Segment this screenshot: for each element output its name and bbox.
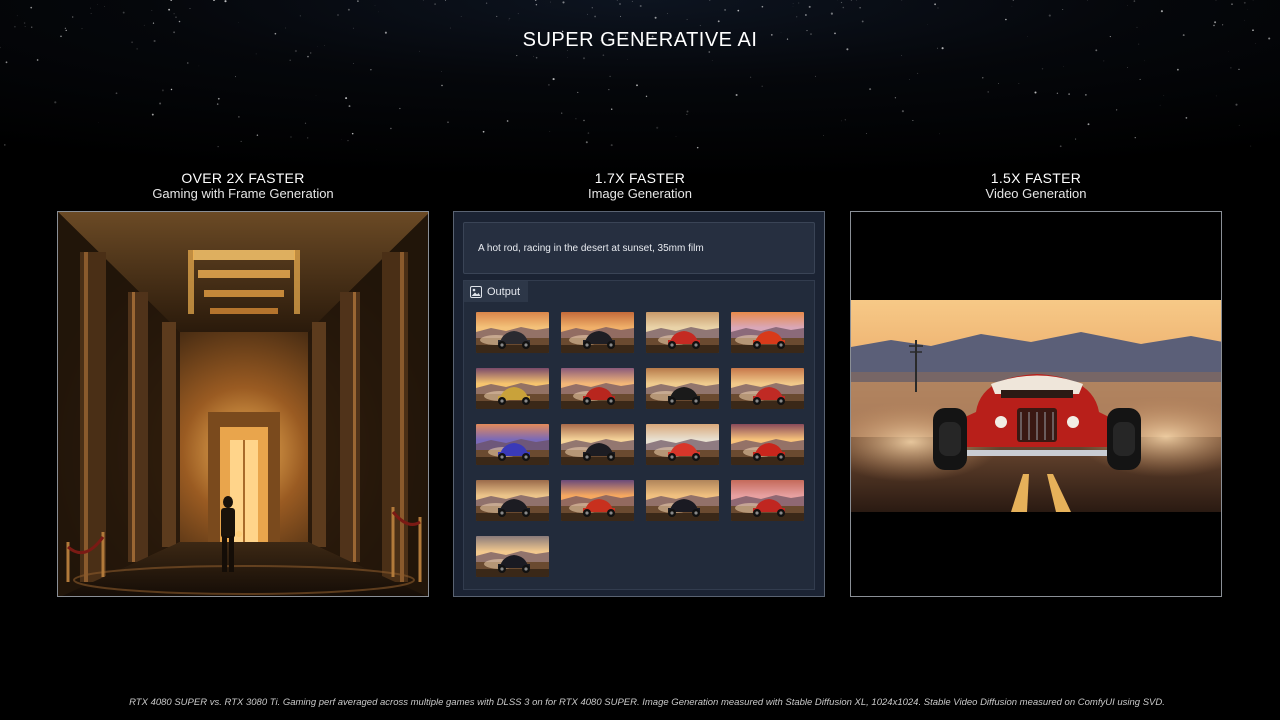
hot-rod-thumbnail-image — [476, 536, 549, 577]
hot-rod-video-frame — [850, 211, 1222, 597]
gaming-headline: OVER 2X FASTER — [181, 170, 305, 186]
starfield-background — [0, 0, 1271, 150]
generated-image-thumbnail[interactable] — [561, 424, 634, 465]
hot-rod-thumbnail-image — [476, 424, 549, 465]
generated-image-thumbnail[interactable] — [731, 312, 804, 353]
hot-rod-thumbnail-image — [476, 368, 549, 409]
output-tab[interactable]: Output — [464, 281, 529, 302]
hot-rod-thumbnail-image — [731, 368, 804, 409]
column-heading-video: 1.5X FASTER Video Generation — [849, 170, 1223, 201]
generated-image-thumbnail[interactable] — [646, 480, 719, 521]
hot-rod-thumbnail-image — [561, 368, 634, 409]
hot-rod-thumbnail-image — [731, 424, 804, 465]
hot-rod-thumbnail-image — [476, 312, 549, 353]
generated-image-thumbnail[interactable] — [646, 368, 719, 409]
column-heading-gaming: OVER 2X FASTER Gaming with Frame Generat… — [56, 170, 430, 201]
generated-image-thumbnail[interactable] — [561, 368, 634, 409]
prompt-input[interactable]: A hot rod, racing in the desert at sunse… — [463, 222, 815, 274]
hot-rod-thumbnail-image — [646, 424, 719, 465]
generated-image-thumbnail[interactable] — [561, 312, 634, 353]
column-heading-image: 1.7X FASTER Image Generation — [453, 170, 827, 201]
image-headline: 1.7X FASTER — [594, 170, 686, 186]
hot-rod-thumbnail-image — [476, 480, 549, 521]
footnote: RTX 4080 SUPER vs. RTX 3080 Ti. Gaming p… — [129, 697, 1165, 708]
generated-image-thumbnail[interactable] — [561, 480, 634, 521]
prompt-text: A hot rod, racing in the desert at sunse… — [478, 243, 704, 254]
generated-image-thumbnail[interactable] — [476, 536, 549, 577]
generated-image-thumbnail[interactable] — [731, 480, 804, 521]
generated-image-thumbnail[interactable] — [646, 424, 719, 465]
generated-image-thumbnail[interactable] — [731, 424, 804, 465]
game-hall-scene — [57, 211, 429, 597]
game-hall-illustration — [58, 212, 428, 596]
image-generation-ui: A hot rod, racing in the desert at sunse… — [453, 211, 825, 597]
generated-image-thumbnail[interactable] — [476, 312, 549, 353]
generated-image-thumbnail[interactable] — [646, 312, 719, 353]
image-icon — [470, 285, 482, 298]
hot-rod-thumbnail-image — [561, 480, 634, 521]
generated-image-thumbnail[interactable] — [476, 480, 549, 521]
video-frame-illustration — [851, 300, 1221, 512]
output-gallery: Output — [463, 280, 815, 590]
generated-image-thumbnail[interactable] — [476, 368, 549, 409]
generated-image-thumbnail[interactable] — [731, 368, 804, 409]
hot-rod-thumbnail-image — [646, 480, 719, 521]
gaming-subtitle: Gaming with Frame Generation — [152, 186, 334, 201]
hot-rod-thumbnail-image — [646, 368, 719, 409]
hot-rod-thumbnail-image — [731, 312, 804, 353]
generated-image-thumbnail[interactable] — [476, 424, 549, 465]
slide-title: SUPER GENERATIVE AI — [522, 29, 758, 51]
hot-rod-thumbnail-image — [731, 480, 804, 521]
hot-rod-thumbnail-image — [561, 312, 634, 353]
video-subtitle: Video Generation — [985, 186, 1087, 201]
image-subtitle: Image Generation — [587, 186, 693, 201]
hot-rod-thumbnail-image — [561, 424, 634, 465]
hot-rod-thumbnail-image — [646, 312, 719, 353]
slide: SUPER GENERATIVE AI OVER 2X FASTER Gamin… — [0, 0, 1280, 720]
output-label: Output — [487, 285, 521, 298]
video-headline: 1.5X FASTER — [990, 170, 1082, 186]
